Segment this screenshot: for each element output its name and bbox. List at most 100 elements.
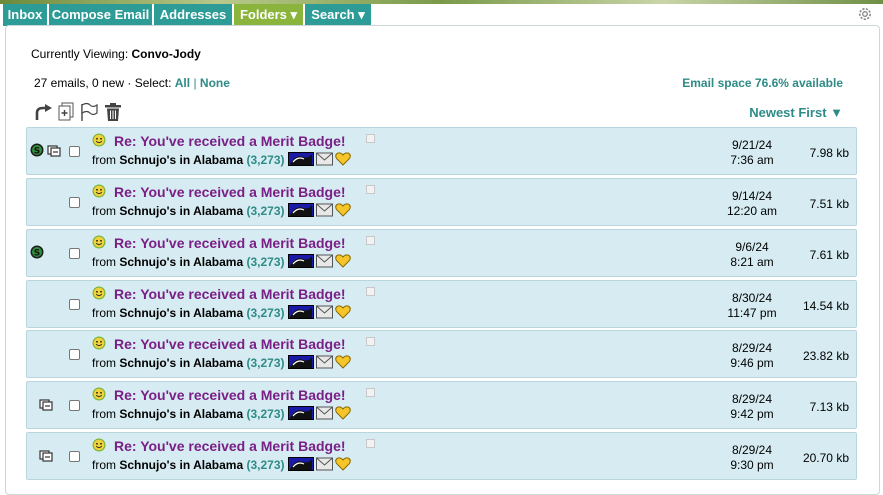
wave-flag-icon — [288, 457, 314, 471]
email-size: 7.13 kb — [809, 400, 849, 414]
tab-addresses[interactable]: Addresses — [154, 4, 233, 26]
sender-score[interactable]: (3,273) — [246, 153, 284, 167]
email-row[interactable]: Re: You've received a Merit Badge! from … — [26, 330, 857, 378]
sender-line: from Schnujo's in Alabama (3,273) — [92, 153, 285, 167]
email-date: 8/29/24 — [731, 392, 773, 406]
sender-name[interactable]: Schnujo's in Alabama — [119, 458, 243, 472]
select-none-link[interactable]: None — [200, 76, 230, 90]
heart-icon — [335, 355, 351, 369]
email-subject[interactable]: Re: You've received a Merit Badge! — [114, 387, 346, 403]
email-size: 7.61 kb — [809, 248, 849, 262]
email-datetime: 9/6/24 8:21 am — [707, 240, 797, 270]
email-count: 27 emails, 0 new — [34, 76, 125, 90]
sender-line: from Schnujo's in Alabama (3,273) — [92, 458, 285, 472]
heart-icon — [335, 254, 351, 268]
from-label: from — [92, 255, 116, 269]
email-space-status: Email space 76.6% available — [682, 76, 843, 90]
email-subject[interactable]: Re: You've received a Merit Badge! — [114, 438, 346, 454]
sender-name[interactable]: Schnujo's in Alabama — [119, 255, 243, 269]
email-size: 7.98 kb — [809, 146, 849, 160]
gear-icon[interactable] — [857, 6, 873, 22]
email-select-checkbox[interactable] — [69, 451, 80, 462]
email-select-checkbox[interactable] — [69, 299, 80, 310]
sender-line: from Schnujo's in Alabama (3,273) — [92, 204, 285, 218]
email-subject[interactable]: Re: You've received a Merit Badge! — [114, 235, 346, 251]
sender-name[interactable]: Schnujo's in Alabama — [119, 407, 243, 421]
tab-search[interactable]: Search ▾ — [305, 4, 372, 26]
email-select-checkbox[interactable] — [69, 400, 80, 411]
email-subject[interactable]: Re: You've received a Merit Badge! — [114, 286, 346, 302]
email-datetime: 9/21/24 7:36 am — [707, 138, 797, 168]
email-select-checkbox[interactable] — [69, 197, 80, 208]
envelope-icon[interactable] — [316, 406, 333, 420]
from-label: from — [92, 153, 116, 167]
flag-toggle-icon[interactable] — [366, 134, 375, 143]
email-datetime: 8/29/24 9:30 pm — [707, 443, 797, 473]
smiley-icon — [92, 235, 106, 249]
email-select-checkbox[interactable] — [69, 146, 80, 157]
email-row[interactable]: Re: You've received a Merit Badge! from … — [26, 432, 857, 480]
add-page-icon[interactable] — [57, 102, 75, 122]
envelope-icon[interactable] — [316, 355, 333, 369]
sender-name[interactable]: Schnujo's in Alabama — [119, 306, 243, 320]
select-all-link[interactable]: All — [175, 76, 190, 90]
sender-score[interactable]: (3,273) — [246, 204, 284, 218]
flag-toggle-icon[interactable] — [366, 388, 375, 397]
email-select-checkbox[interactable] — [69, 349, 80, 360]
email-size: 20.70 kb — [802, 451, 849, 465]
email-subject[interactable]: Re: You've received a Merit Badge! — [114, 133, 346, 149]
envelope-icon[interactable] — [316, 305, 333, 319]
flag-toggle-icon[interactable] — [366, 287, 375, 296]
email-date: 8/29/24 — [731, 341, 773, 355]
email-size: 7.51 kb — [809, 197, 849, 211]
envelope-icon[interactable] — [316, 152, 333, 166]
heart-icon — [335, 152, 351, 166]
flag-toggle-icon[interactable] — [366, 439, 375, 448]
from-label: from — [92, 356, 116, 370]
reply-arrow-icon[interactable] — [33, 102, 53, 122]
email-time: 7:36 am — [730, 153, 774, 167]
dollar-coin-icon: S — [30, 143, 44, 157]
sender-score[interactable]: (3,273) — [246, 458, 284, 472]
email-select-checkbox[interactable] — [69, 248, 80, 259]
tab-compose-email[interactable]: Compose Email — [49, 4, 153, 26]
email-row[interactable]: S Re: You've received a Merit Badge! fro… — [26, 127, 857, 175]
sender-line: from Schnujo's in Alabama (3,273) — [92, 356, 285, 370]
email-date: 8/29/24 — [731, 443, 773, 457]
sender-name[interactable]: Schnujo's in Alabama — [119, 356, 243, 370]
email-row[interactable]: S Re: You've received a Merit Badge! fro… — [26, 229, 857, 277]
sender-score[interactable]: (3,273) — [246, 356, 284, 370]
email-time: 9:46 pm — [730, 356, 774, 370]
tab-folders[interactable]: Folders ▾ — [234, 4, 304, 26]
flag-toggle-icon[interactable] — [366, 236, 375, 245]
flag-toggle-icon[interactable] — [366, 185, 375, 194]
envelope-icon[interactable] — [316, 254, 333, 268]
sort-order-dropdown[interactable]: Newest First ▼ — [749, 105, 843, 120]
sender-score[interactable]: (3,273) — [246, 255, 284, 269]
email-subject[interactable]: Re: You've received a Merit Badge! — [114, 336, 346, 352]
sender-score[interactable]: (3,273) — [246, 407, 284, 421]
email-subject[interactable]: Re: You've received a Merit Badge! — [114, 184, 346, 200]
trash-icon[interactable] — [104, 102, 122, 122]
email-row[interactable]: Re: You've received a Merit Badge! from … — [26, 280, 857, 328]
heart-icon — [335, 305, 351, 319]
email-size: 14.54 kb — [802, 299, 849, 313]
tab-inbox[interactable]: Inbox — [3, 4, 48, 26]
email-time: 9:42 pm — [730, 407, 774, 421]
flag-toggle-icon[interactable] — [366, 337, 375, 346]
select-separator: | — [193, 76, 197, 90]
email-datetime: 8/29/24 9:46 pm — [707, 341, 797, 371]
sender-name[interactable]: Schnujo's in Alabama — [119, 204, 243, 218]
main-nav: Inbox Compose Email Addresses Folders ▾ … — [0, 4, 883, 26]
email-time: 12:20 am — [726, 204, 778, 218]
email-row[interactable]: Re: You've received a Merit Badge! from … — [26, 381, 857, 429]
select-label: · Select: — [127, 76, 172, 90]
flag-icon[interactable] — [79, 102, 99, 122]
email-row[interactable]: Re: You've received a Merit Badge! from … — [26, 178, 857, 226]
from-label: from — [92, 407, 116, 421]
sender-score[interactable]: (3,273) — [246, 306, 284, 320]
envelope-icon[interactable] — [316, 203, 333, 217]
viewing-label: Currently Viewing: — [31, 47, 129, 61]
envelope-icon[interactable] — [316, 457, 333, 471]
sender-name[interactable]: Schnujo's in Alabama — [119, 153, 243, 167]
